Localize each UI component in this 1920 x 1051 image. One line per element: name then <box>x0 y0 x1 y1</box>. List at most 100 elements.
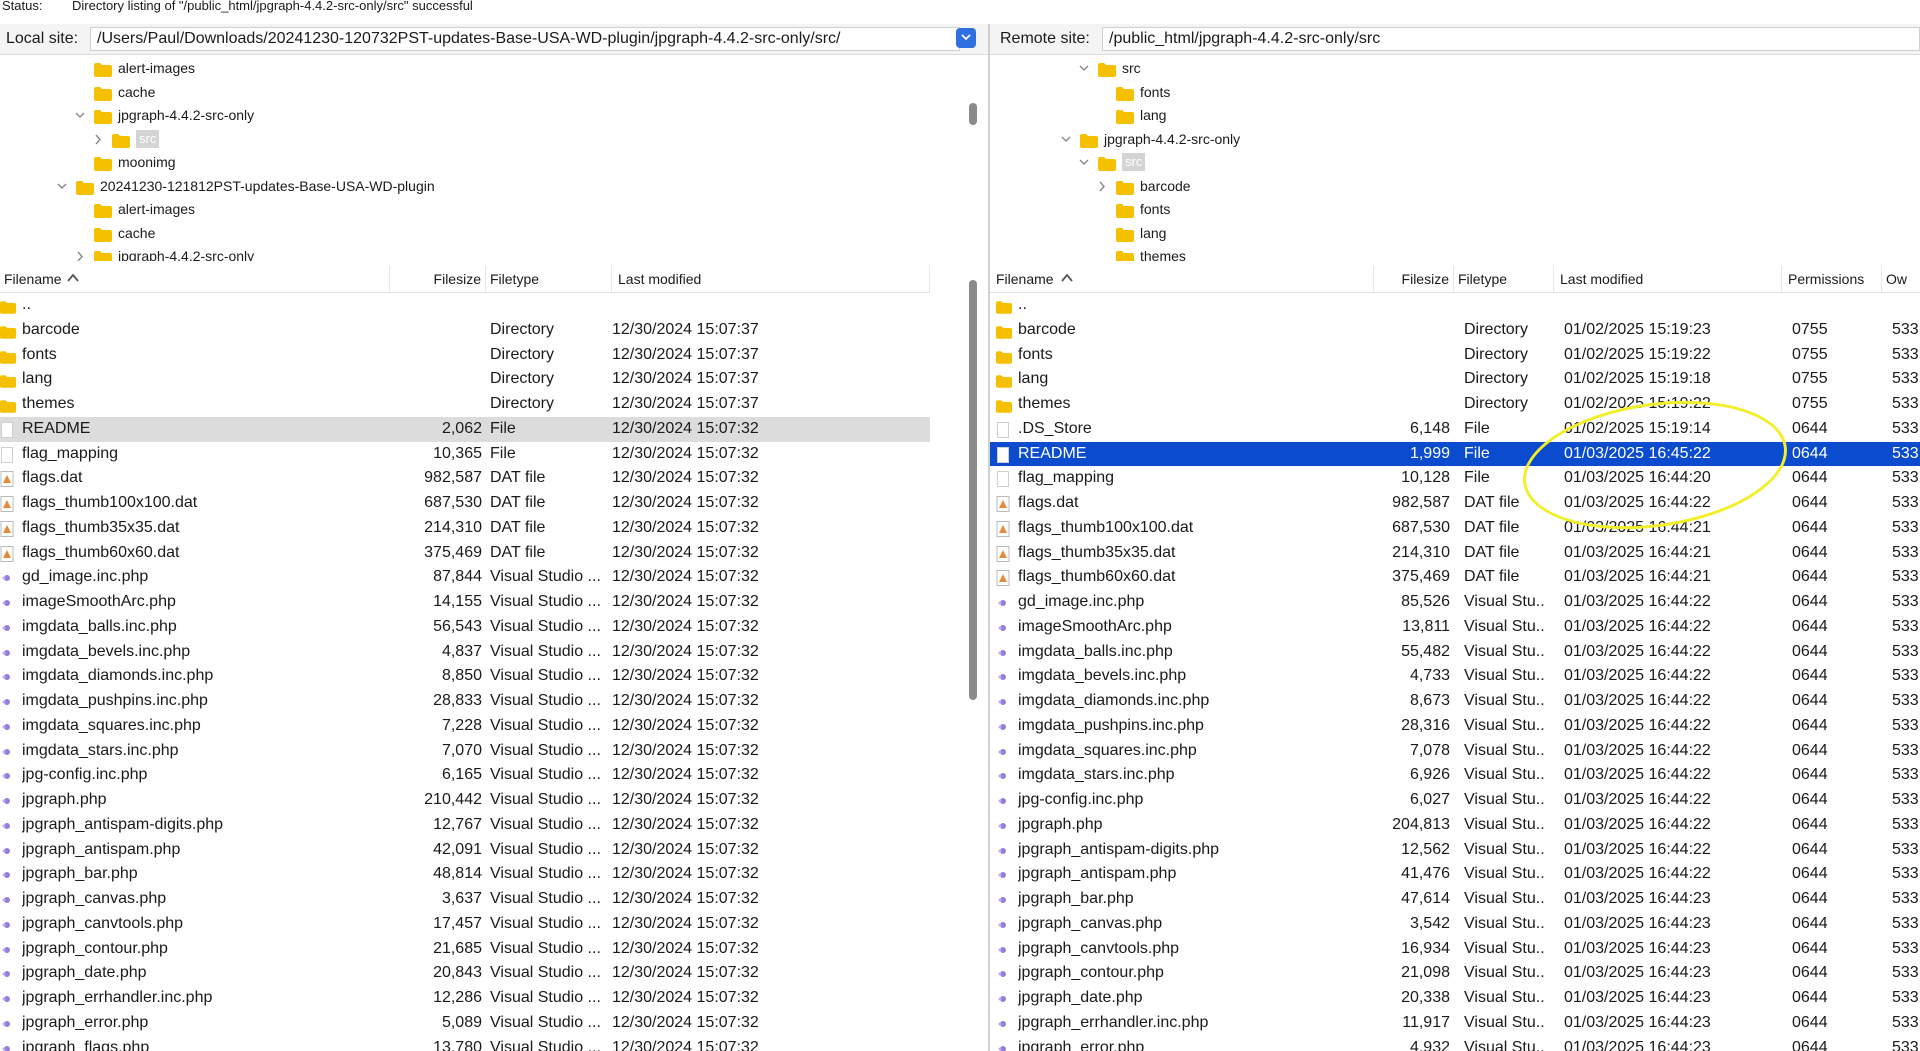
local-header-filename[interactable]: Filename <box>0 266 390 292</box>
tree-node[interactable]: cache <box>0 81 988 104</box>
file-row[interactable]: imgdata_bevels.inc.php 4,733 Visual Stu.. 0… <box>990 664 1920 689</box>
file-row[interactable]: fonts Directory 12/30/2024 15:07:37 <box>0 343 930 368</box>
file-row[interactable]: jpgraph_flags.php 13,780 Visual Studio ...… <box>0 1036 930 1051</box>
file-row[interactable]: jpgraph_error.php 5,089 Visual Studio ... 1… <box>0 1011 930 1036</box>
tree-expander[interactable] <box>1096 175 1108 198</box>
file-row[interactable]: fonts Directory 01/02/2025 15:19:22 0755 533 <box>990 343 1920 368</box>
file-row[interactable]: jpgraph_antispam-digits.php 12,562 Visual … <box>990 838 1920 863</box>
file-row[interactable]: flags.dat 982,587 DAT file 01/03/2025 16:44… <box>990 491 1920 516</box>
file-row[interactable]: imgdata_squares.inc.php 7,078 Visual Stu..… <box>990 739 1920 764</box>
file-row[interactable]: jpgraph_errhandler.inc.php 11,917 Visual S… <box>990 1011 1920 1036</box>
file-row[interactable]: imgdata_pushpins.inc.php 28,316 Visual Stu… <box>990 714 1920 739</box>
tree-node[interactable]: jpgraph-4.4.2-src-only <box>0 104 988 127</box>
tree-node[interactable]: 20241230-121812PST-updates-Base-USA-WD-p… <box>0 175 988 198</box>
local-header-last-modified[interactable]: Last modified <box>612 266 930 292</box>
file-row[interactable]: flags_thumb100x100.dat 687,530 DAT file 01/… <box>990 516 1920 541</box>
file-row[interactable]: jpgraph_error.php 4,932 Visual Stu.. 01/03/… <box>990 1036 1920 1051</box>
local-list-scroll-thumb[interactable] <box>969 280 977 700</box>
remote-header-filesize[interactable]: Filesize <box>1374 266 1454 292</box>
file-row[interactable]: flags_thumb35x35.dat 214,310 DAT file 12/30… <box>0 516 930 541</box>
file-row[interactable]: flags.dat 982,587 DAT file 12/30/2024 15:07… <box>0 466 930 491</box>
file-row[interactable]: .. <box>0 293 930 318</box>
tree-expander[interactable] <box>74 104 86 127</box>
file-row[interactable]: imgdata_squares.inc.php 7,228 Visual Studi… <box>0 714 930 739</box>
local-tree-scrollbar[interactable] <box>968 55 978 261</box>
file-row[interactable]: gd_image.inc.php 87,844 Visual Studio ... 1… <box>0 565 930 590</box>
tree-node[interactable]: moonimg <box>0 151 988 174</box>
file-row[interactable]: imageSmoothArc.php 13,811 Visual Stu.. 01/0… <box>990 615 1920 640</box>
file-row[interactable]: flag_mapping 10,365 File 12/30/2024 15:07:3… <box>0 442 930 467</box>
file-row[interactable]: jpg-config.inc.php 6,027 Visual Stu.. 01/03… <box>990 788 1920 813</box>
file-row[interactable]: jpgraph_antispam.php 41,476 Visual Stu.. 01… <box>990 862 1920 887</box>
tree-node[interactable]: alert-images <box>0 198 988 221</box>
file-row[interactable]: flags_thumb60x60.dat 375,469 DAT file 12/30… <box>0 541 930 566</box>
local-header-filetype[interactable]: Filetype <box>486 266 612 292</box>
file-row[interactable]: imgdata_stars.inc.php 7,070 Visual Studio … <box>0 739 930 764</box>
remote-site-path-input[interactable]: /public_html/jpgraph-4.4.2-src-only/src <box>1102 27 1920 51</box>
file-row[interactable]: .DS_Store 6,148 File 01/02/2025 15:19:14 064… <box>990 417 1920 442</box>
local-tree-scroll-thumb[interactable] <box>969 103 977 125</box>
remote-header-filetype[interactable]: Filetype <box>1454 266 1554 292</box>
tree-node[interactable]: fonts <box>990 198 1920 221</box>
file-row[interactable]: jpgraph.php 204,813 Visual Stu.. 01/03/2025… <box>990 813 1920 838</box>
file-row[interactable]: imgdata_pushpins.inc.php 28,833 Visual Stu… <box>0 689 930 714</box>
tree-node[interactable]: jpgraph-4.4.2-src-only <box>0 245 988 261</box>
tree-expander[interactable] <box>92 128 104 151</box>
file-row[interactable]: imageSmoothArc.php 14,155 Visual Studio ..… <box>0 590 930 615</box>
file-row[interactable]: jpgraph_canvas.php 3,542 Visual Stu.. 01/03… <box>990 912 1920 937</box>
file-row[interactable]: themes Directory 12/30/2024 15:07:37 <box>0 392 930 417</box>
file-row[interactable]: flags_thumb60x60.dat 375,469 DAT file 01/03… <box>990 565 1920 590</box>
file-row[interactable]: flags_thumb35x35.dat 214,310 DAT file 01/03… <box>990 541 1920 566</box>
file-row[interactable]: flags_thumb100x100.dat 687,530 DAT file 12/… <box>0 491 930 516</box>
tree-node[interactable]: alert-images <box>0 57 988 80</box>
tree-node[interactable]: lang <box>990 222 1920 245</box>
file-row[interactable]: jpgraph_date.php 20,843 Visual Studio ... 1… <box>0 961 930 986</box>
file-row[interactable]: jpgraph_canvtools.php 16,934 Visual Stu.. 0… <box>990 937 1920 962</box>
tree-node[interactable]: barcode <box>990 175 1920 198</box>
file-row[interactable]: jpgraph_bar.php 47,614 Visual Stu.. 01/03/2… <box>990 887 1920 912</box>
tree-expander[interactable] <box>56 175 68 198</box>
file-row[interactable]: .. <box>990 293 1920 318</box>
tree-expander[interactable] <box>74 245 86 261</box>
file-row[interactable]: jpgraph.php 210,442 Visual Studio ... 12/30… <box>0 788 930 813</box>
file-row[interactable]: jpgraph_contour.php 21,685 Visual Studio .… <box>0 937 930 962</box>
file-row[interactable]: jpgraph_errhandler.inc.php 12,286 Visual S… <box>0 986 930 1011</box>
remote-header-owner[interactable]: Ow <box>1882 266 1920 292</box>
tree-node[interactable]: jpgraph-4.4.2-src-only <box>990 128 1920 151</box>
file-row[interactable]: jpgraph_canvas.php 3,637 Visual Studio ...… <box>0 887 930 912</box>
tree-node[interactable]: lang <box>990 104 1920 127</box>
tree-expander[interactable] <box>1078 151 1090 174</box>
file-row[interactable]: imgdata_stars.inc.php 6,926 Visual Stu.. 01… <box>990 763 1920 788</box>
tree-node[interactable]: src <box>990 151 1920 174</box>
file-row[interactable]: jpgraph_antispam.php 42,091 Visual Studio … <box>0 838 930 863</box>
file-row[interactable]: flag_mapping 10,128 File 01/03/2025 16:44:2… <box>990 466 1920 491</box>
file-row[interactable]: imgdata_diamonds.inc.php 8,850 Visual Stud… <box>0 664 930 689</box>
tree-node[interactable]: src <box>990 57 1920 80</box>
local-header-filesize[interactable]: Filesize <box>390 266 486 292</box>
file-row[interactable]: imgdata_bevels.inc.php 4,837 Visual Studio… <box>0 640 930 665</box>
tree-expander[interactable] <box>1078 57 1090 80</box>
remote-header-permissions[interactable]: Permissions <box>1782 266 1882 292</box>
tree-node[interactable]: cache <box>0 222 988 245</box>
file-row[interactable]: jpgraph_canvtools.php 17,457 Visual Studio… <box>0 912 930 937</box>
file-row[interactable]: gd_image.inc.php 85,526 Visual Stu.. 01/03/… <box>990 590 1920 615</box>
file-row[interactable]: jpgraph_antispam-digits.php 12,767 Visual … <box>0 813 930 838</box>
local-site-path-input[interactable]: /Users/Paul/Downloads/20241230-120732PST… <box>90 27 960 51</box>
file-row[interactable]: jpgraph_bar.php 48,814 Visual Studio ... 12… <box>0 862 930 887</box>
file-row[interactable]: lang Directory 12/30/2024 15:07:37 <box>0 367 930 392</box>
file-row[interactable]: barcode Directory 01/02/2025 15:19:23 0755 5… <box>990 318 1920 343</box>
file-row[interactable]: themes Directory 01/02/2025 15:19:22 0755 53… <box>990 392 1920 417</box>
tree-expander[interactable] <box>1060 128 1072 151</box>
file-row[interactable]: barcode Directory 12/30/2024 15:07:37 <box>0 318 930 343</box>
remote-header-filename[interactable]: Filename <box>990 266 1374 292</box>
file-row[interactable]: lang Directory 01/02/2025 15:19:18 0755 533 <box>990 367 1920 392</box>
remote-header-last-modified[interactable]: Last modified <box>1554 266 1782 292</box>
file-row[interactable]: README 1,999 File 01/03/2025 16:45:22 0644 53… <box>990 441 1920 467</box>
file-row[interactable]: jpgraph_contour.php 21,098 Visual Stu.. 01/… <box>990 961 1920 986</box>
tree-node[interactable]: fonts <box>990 81 1920 104</box>
local-site-dropdown-button[interactable] <box>956 28 976 48</box>
file-row[interactable]: imgdata_balls.inc.php 55,482 Visual Stu.. 0… <box>990 640 1920 665</box>
tree-node[interactable]: src <box>0 128 988 151</box>
file-row[interactable]: imgdata_balls.inc.php 56,543 Visual Studio… <box>0 615 930 640</box>
file-row[interactable]: jpgraph_date.php 20,338 Visual Stu.. 01/03/… <box>990 986 1920 1011</box>
